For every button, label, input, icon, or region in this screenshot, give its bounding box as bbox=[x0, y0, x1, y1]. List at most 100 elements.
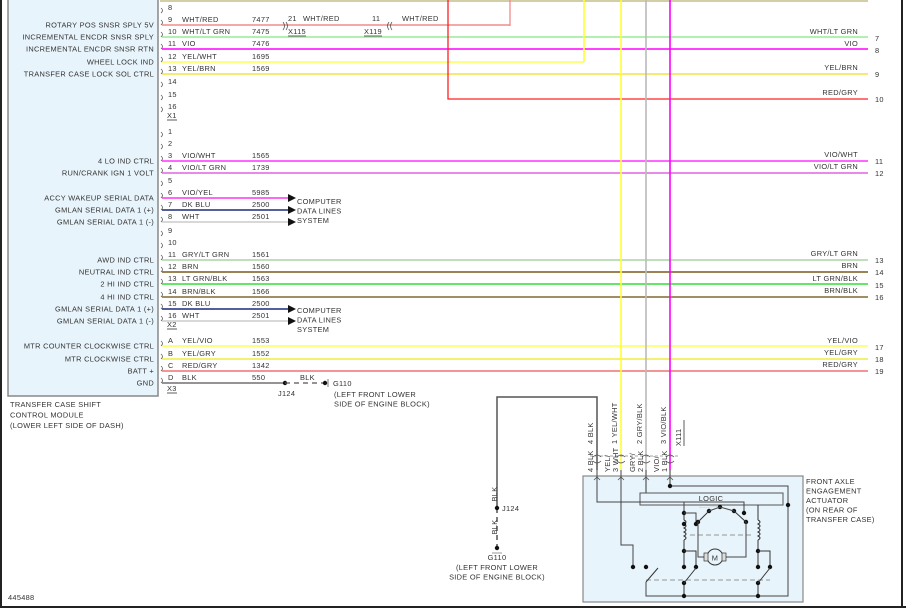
circuit-number: 550 bbox=[252, 373, 265, 382]
wire-color-label: DK BLU bbox=[182, 299, 211, 308]
harness-pin-label: 1 YEL/WHT bbox=[610, 402, 619, 444]
pin-number: 3 bbox=[168, 151, 172, 160]
pin-number: 13 bbox=[168, 274, 177, 283]
wire-color-label: WHT/RED bbox=[303, 14, 340, 23]
ground-label: G110 bbox=[333, 379, 352, 388]
wire-color-label: GRY/LT GRN bbox=[182, 250, 229, 259]
module-function-label: INCREMENTAL ENCDR SNSR RTN bbox=[26, 45, 154, 54]
actuator-name-label: (ON REAR OF bbox=[806, 506, 858, 515]
pin-number: 12 bbox=[168, 262, 177, 271]
inline-connector-icon bbox=[282, 21, 288, 31]
right-wire-label: GRY/LT GRN bbox=[811, 249, 858, 258]
wire-color-label: BRN/BLK bbox=[182, 287, 216, 296]
ground-label: G110 bbox=[488, 553, 507, 562]
splice-dot bbox=[785, 502, 791, 508]
module-function-label: GND bbox=[137, 379, 154, 388]
wire-color-label: YEL/BRN bbox=[182, 64, 216, 73]
right-wire-label: LT GRN/BLK bbox=[813, 274, 858, 283]
module-function-label: GMLAN SERIAL DATA 1 (+) bbox=[55, 206, 154, 215]
frame-left bbox=[0, 0, 2, 608]
right-wire-label: YEL/VIO bbox=[827, 336, 858, 345]
pin-number: 7 bbox=[168, 200, 172, 209]
inline-connector-x119: X119 bbox=[364, 27, 382, 36]
wire-color-label: BLK bbox=[182, 373, 197, 382]
circuit-number: 1342 bbox=[252, 361, 270, 370]
right-wire-label: RED/GRY bbox=[822, 88, 858, 97]
reference-number: 18 bbox=[875, 355, 884, 364]
arrow-icon bbox=[288, 194, 296, 202]
circuit-number: 7477 bbox=[252, 15, 270, 24]
reference-number: 9 bbox=[875, 70, 879, 79]
circuit-number: 1552 bbox=[252, 349, 270, 358]
pin-terminal-icon bbox=[160, 81, 163, 88]
module-function-label: MTR CLOCKWISE CTRL bbox=[65, 355, 154, 364]
right-wire-label: YEL/GRY bbox=[824, 348, 858, 357]
wire-color-label: VIO/LT GRN bbox=[182, 163, 226, 172]
pin-number: 9 bbox=[168, 15, 172, 24]
splice-j124 bbox=[494, 505, 500, 511]
pin-number: 15 bbox=[168, 90, 177, 99]
module-function-label: 2 HI IND CTRL bbox=[100, 280, 154, 289]
computer-data-lines-reference: COMPUTER bbox=[297, 197, 342, 206]
circuit-number: 1553 bbox=[252, 336, 270, 345]
module-function-label: TRANSFER CASE LOCK SOL CTRL bbox=[24, 70, 154, 79]
pin-number: B bbox=[168, 349, 173, 358]
module-name-label: CONTROL MODULE bbox=[10, 411, 84, 420]
wiring-diagram: BRK SW SIGTRANSFER CASE SHIFTCONTROL MOD… bbox=[7, 0, 884, 603]
wire-color-label: BLK bbox=[490, 487, 499, 502]
circuit-number: 1566 bbox=[252, 287, 270, 296]
right-wire-label: VIO/WHT bbox=[824, 150, 858, 159]
ground-g110-icon bbox=[322, 380, 328, 386]
module-function-label: ROTARY POS SNSR SPLY 5V bbox=[46, 21, 155, 30]
pin-terminal-icon bbox=[160, 143, 163, 150]
actuator-name-label: ACTUATOR bbox=[806, 496, 848, 505]
reference-number: 8 bbox=[875, 46, 879, 55]
circuit-number: 2501 bbox=[252, 212, 270, 221]
ground-location-label: (LEFT FRONT LOWER bbox=[456, 563, 538, 572]
circuit-number: 1565 bbox=[252, 151, 270, 160]
device-pin-label: 3 WHT bbox=[611, 447, 620, 472]
harness-pin-label: 4 BLK bbox=[586, 422, 595, 444]
pin-number: 16 bbox=[168, 311, 177, 320]
module-function-label: NEUTRAL IND CTRL bbox=[79, 268, 154, 277]
motor-brush bbox=[703, 552, 709, 562]
pin-number: 11 bbox=[168, 39, 176, 48]
device-pin-label: 1 BLK bbox=[660, 450, 669, 472]
device-pin-label: 2 BLK bbox=[636, 450, 645, 472]
circuit-number: 1695 bbox=[252, 52, 270, 61]
wire-color-label: VIO/YEL bbox=[182, 188, 213, 197]
pin-number: 11 bbox=[168, 250, 176, 259]
pin-terminal-icon bbox=[160, 94, 163, 101]
computer-data-lines-reference: DATA LINES bbox=[297, 316, 342, 325]
wire-color-label: WHT bbox=[182, 212, 200, 221]
wire-color-label: WHT/RED bbox=[402, 14, 439, 23]
wire-color-label: YEL/WHT bbox=[182, 52, 217, 61]
pin-number: 10 bbox=[168, 27, 177, 36]
module-function-label: GMLAN SERIAL DATA 1 (-) bbox=[57, 218, 154, 227]
pin-terminal-icon bbox=[160, 106, 163, 113]
wire-color-label: YEL/GRY bbox=[182, 349, 216, 358]
pin-terminal-icon bbox=[160, 131, 163, 138]
module-function-label: BATT + bbox=[128, 367, 154, 376]
wire-color-label: RED/GRY bbox=[182, 361, 218, 370]
pin-terminal-icon bbox=[160, 230, 163, 237]
ground-location-label: SIDE OF ENGINE BLOCK) bbox=[449, 573, 545, 582]
reference-number: 12 bbox=[875, 169, 884, 178]
pin-terminal-icon bbox=[160, 242, 163, 249]
circuit-number: 1561 bbox=[252, 250, 270, 259]
wire-color-label: WHT/RED bbox=[182, 15, 219, 24]
circuit-number: 1569 bbox=[252, 64, 270, 73]
harness-pin-label: 2 GRY/BLK bbox=[635, 403, 644, 444]
right-wire-label: BRN/BLK bbox=[824, 286, 858, 295]
pin-number: 8 bbox=[168, 212, 172, 221]
splice-dot bbox=[755, 564, 761, 570]
reference-number: 7 bbox=[875, 34, 879, 43]
pin-number: 15 bbox=[168, 299, 177, 308]
pin-number: D bbox=[168, 373, 174, 382]
wire-color-label: DK BLU bbox=[182, 200, 211, 209]
pin-number: 8 bbox=[168, 3, 172, 12]
frame-right bbox=[901, 0, 903, 608]
arrow-icon bbox=[288, 218, 296, 226]
module-function-label: ACCY WAKEUP SERIAL DATA bbox=[44, 194, 154, 203]
module-function-label: WHEEL LOCK IND bbox=[87, 58, 154, 67]
